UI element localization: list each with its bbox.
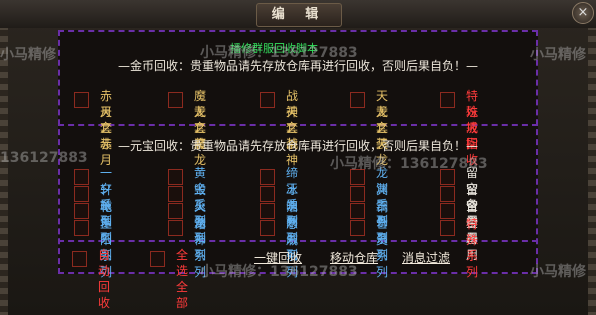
gold-recycle-sublabel: 天之赤月	[100, 105, 113, 167]
gold-recycle-checkbox[interactable]	[168, 92, 183, 108]
yuanbao-recycle-checkbox[interactable]	[168, 169, 183, 185]
yuanbao-recycle-checkbox[interactable]	[168, 186, 183, 202]
watermark: 136127883	[0, 150, 88, 166]
watermark: 小马精修	[0, 47, 56, 63]
frame-border-right	[588, 0, 596, 315]
message-filter-button[interactable]: 消息过滤	[402, 249, 450, 266]
watermark: 小马精修：136127883	[200, 264, 358, 280]
yuanbao-recycle-notice: —元宝回收：贵重物品请先存放仓库再进行回收，否则后果自负！—	[117, 139, 478, 153]
window-title: 编 辑	[256, 3, 342, 27]
yuanbao-recycle-checkbox[interactable]	[350, 186, 365, 202]
yuanbao-recycle-checkbox[interactable]	[168, 203, 183, 219]
gold-recycle-checkbox[interactable]	[260, 92, 275, 108]
gold-recycle-sublabel: 天之战神	[286, 105, 299, 167]
yuanbao-recycle-label: 亡灵系列	[376, 217, 389, 279]
gold-recycle-checkbox[interactable]	[74, 92, 89, 108]
select-all-label: 全选全部	[176, 248, 189, 310]
yuanbao-recycle-checkbox[interactable]	[440, 220, 455, 236]
yuanbao-recycle-checkbox[interactable]	[440, 203, 455, 219]
gold-recycle-checkbox[interactable]	[350, 92, 365, 108]
gold-recycle-checkbox[interactable]	[440, 92, 455, 108]
yuanbao-recycle-checkbox[interactable]	[260, 220, 275, 236]
auto-recycle-checkbox[interactable]	[72, 251, 87, 267]
yuanbao-recycle-checkbox[interactable]	[74, 169, 89, 185]
yuanbao-recycle-checkbox[interactable]	[350, 220, 365, 236]
yuanbao-recycle-checkbox[interactable]	[260, 186, 275, 202]
auto-recycle-label: 自动回收	[98, 248, 111, 310]
title-bar: 编 辑 ×	[0, 0, 596, 28]
watermark: 小马精修：136127883	[330, 156, 488, 172]
yuanbao-recycle-label: 特殊系列	[466, 217, 479, 279]
watermark: 小马精修	[530, 264, 586, 280]
yuanbao-recycle-checkbox[interactable]	[440, 186, 455, 202]
yuanbao-recycle-checkbox[interactable]	[74, 186, 89, 202]
yuanbao-recycle-checkbox[interactable]	[74, 203, 89, 219]
watermark: 小马精修：136127883	[200, 45, 358, 61]
watermark: 小马精修	[530, 47, 586, 63]
close-button[interactable]: ×	[572, 2, 594, 24]
select-all-checkbox[interactable]	[150, 251, 165, 267]
yuanbao-recycle-checkbox[interactable]	[168, 220, 183, 236]
gold-recycle-sublabel: 天之魔龙	[194, 105, 207, 167]
yuanbao-recycle-checkbox[interactable]	[260, 169, 275, 185]
yuanbao-recycle-checkbox[interactable]	[74, 220, 89, 236]
yuanbao-recycle-checkbox[interactable]	[350, 203, 365, 219]
yuanbao-recycle-checkbox[interactable]	[260, 203, 275, 219]
